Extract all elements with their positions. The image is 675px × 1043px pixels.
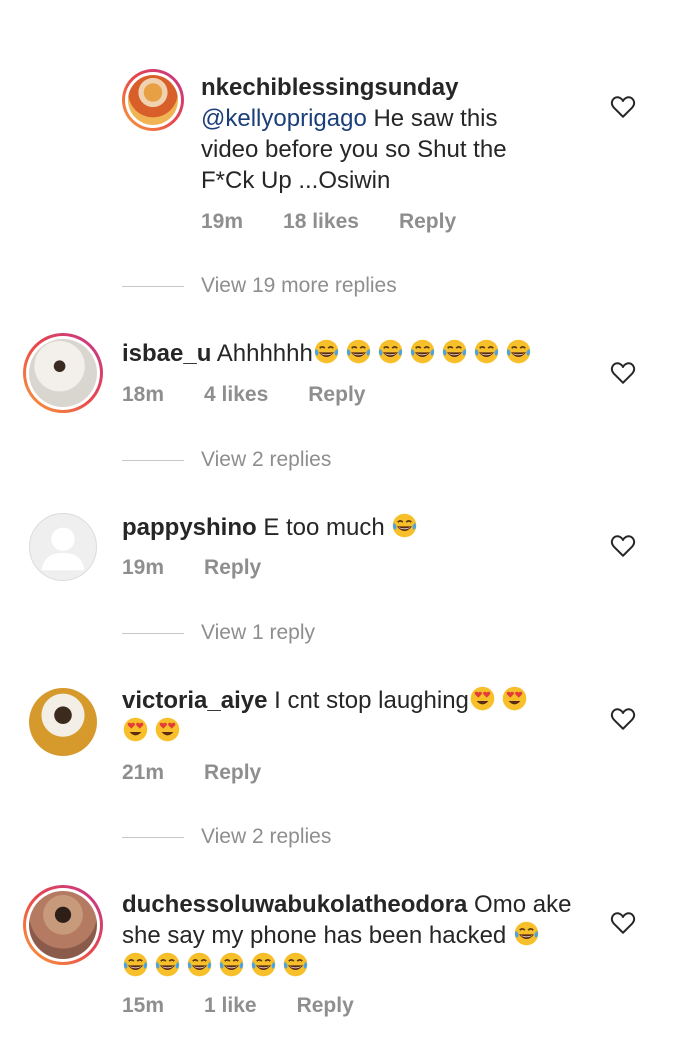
comment-meta: 19m Reply: [122, 556, 301, 580]
reply-button[interactable]: Reply: [204, 761, 261, 785]
username[interactable]: duchessoluwabukolatheodora: [122, 891, 467, 918]
heart-outline-icon[interactable]: [610, 911, 636, 935]
comment-text: isbae_u Ahhhhhh: [122, 338, 602, 369]
view-replies-label: View 2 replies: [201, 825, 332, 848]
laughing-tears-emoji: [473, 338, 500, 365]
heart-eyes-emoji: [469, 685, 496, 712]
reply-button[interactable]: Reply: [308, 383, 365, 407]
comment-text: nkechiblessingsunday @kellyoprigago He s…: [201, 72, 581, 196]
laughing-tears-emoji: [391, 512, 418, 539]
comment-meta: 19m 18 likes Reply: [201, 210, 496, 234]
avatar[interactable]: [29, 513, 97, 581]
comment-body: I cnt stop laughing: [267, 687, 469, 714]
comment-meta: 18m 4 likes Reply: [122, 383, 405, 407]
comment-text: victoria_aiye I cnt stop laughing: [122, 685, 592, 747]
laughing-tears-emoji: [154, 951, 181, 978]
heart-outline-icon[interactable]: [610, 95, 636, 119]
heart-eyes-emoji: [122, 716, 149, 743]
comment-text: pappyshino E too much: [122, 512, 602, 543]
comment-body: Ahhhhhh: [211, 340, 313, 367]
username[interactable]: pappyshino: [122, 514, 257, 541]
view-replies-button[interactable]: View 2 replies: [122, 825, 331, 849]
laughing-tears-emoji: [250, 951, 277, 978]
reply-button[interactable]: Reply: [399, 210, 456, 234]
view-replies-label: View 1 reply: [201, 621, 316, 644]
laughing-tears-emoji: [186, 951, 213, 978]
username[interactable]: victoria_aiye: [122, 687, 267, 714]
comment-meta: 21m Reply: [122, 761, 301, 785]
timestamp: 19m: [201, 210, 244, 233]
heart-eyes-emoji: [501, 685, 528, 712]
avatar[interactable]: [23, 885, 103, 965]
view-replies-button[interactable]: View 2 replies: [122, 448, 331, 472]
view-replies-label: View 2 replies: [201, 448, 332, 471]
view-replies-button[interactable]: View 1 reply: [122, 621, 315, 645]
laughing-tears-emoji: [505, 338, 532, 365]
laughing-tears-emoji: [122, 951, 149, 978]
comment-body: F*Ck Up ...Osiwin: [201, 167, 391, 194]
timestamp: 18m: [122, 383, 165, 406]
laughing-tears-emoji: [313, 338, 340, 365]
likes-count[interactable]: 4 likes: [204, 383, 268, 407]
divider: [122, 459, 184, 461]
likes-count[interactable]: 18 likes: [283, 210, 359, 234]
avatar[interactable]: [29, 688, 97, 756]
view-replies-button[interactable]: View 19 more replies: [122, 274, 397, 298]
laughing-tears-emoji: [218, 951, 245, 978]
heart-outline-icon[interactable]: [610, 361, 636, 385]
avatar[interactable]: [122, 69, 184, 131]
heart-outline-icon[interactable]: [610, 534, 636, 558]
mention-link[interactable]: @kellyoprigago: [201, 105, 367, 132]
divider: [122, 632, 184, 634]
heart-eyes-emoji: [154, 716, 181, 743]
view-replies-label: View 19 more replies: [201, 274, 397, 297]
heart-outline-icon[interactable]: [610, 707, 636, 731]
comment-text: duchessoluwabukolatheodora Omo ake she s…: [122, 889, 592, 982]
comment-body: Omo ake: [467, 891, 572, 918]
timestamp: 21m: [122, 761, 165, 784]
comment-body: she say my phone has been hacked: [122, 922, 513, 949]
timestamp: 15m: [122, 994, 165, 1017]
laughing-tears-emoji: [409, 338, 436, 365]
comment-body: He saw this: [366, 105, 498, 132]
reply-button[interactable]: Reply: [297, 994, 354, 1018]
laughing-tears-emoji: [282, 951, 309, 978]
comment-body: E too much: [256, 514, 392, 541]
avatar[interactable]: [23, 333, 103, 413]
comment-body: video before you so Shut the: [201, 136, 507, 163]
default-avatar-icon: [41, 527, 85, 571]
divider: [122, 285, 184, 287]
laughing-tears-emoji: [377, 338, 404, 365]
laughing-tears-emoji: [441, 338, 468, 365]
comment-meta: 15m 1 like Reply: [122, 994, 394, 1018]
divider: [122, 836, 184, 838]
timestamp: 19m: [122, 556, 165, 579]
laughing-tears-emoji: [345, 338, 372, 365]
username[interactable]: isbae_u: [122, 340, 211, 367]
likes-count[interactable]: 1 like: [204, 994, 257, 1018]
username[interactable]: nkechiblessingsunday: [201, 74, 458, 101]
laughing-tears-emoji: [513, 920, 540, 947]
reply-button[interactable]: Reply: [204, 556, 261, 580]
